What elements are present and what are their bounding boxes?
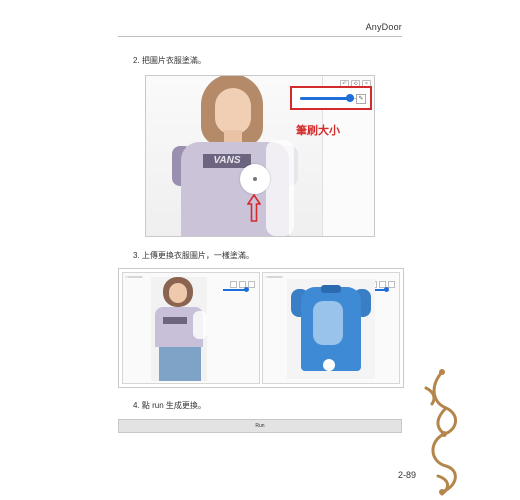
reference-painted-mask [313,301,343,345]
source-shirt-logo [163,317,187,324]
up-arrow-icon [247,194,261,222]
source-painted-mask [193,311,207,339]
source-photo [151,277,207,381]
undo-icon[interactable] [230,281,237,288]
source-image-panel: ▫ ▭▭▭▭ [122,272,260,384]
brush-size-slider-thumb[interactable] [346,94,354,102]
brush-size-label: 筆刷大小 [296,125,340,137]
panel-toolbar [230,281,255,288]
run-button[interactable]: Run [118,419,402,433]
decorative-ornament-icon [424,369,457,496]
step-3-text: 3. 上傳更換衣服圖片，一樣塗滿。 [133,251,254,260]
page-number: 2-89 [398,470,417,480]
panel-tab-label: ▫ ▭▭▭▭ [125,274,143,279]
painted-mask-area [266,140,294,236]
panel-tab-label: ▫ ▭▭▭▭ [265,274,283,279]
close-icon[interactable] [388,281,395,288]
reference-brush-cursor[interactable] [323,359,335,371]
model-face [215,88,251,134]
reference-photo [287,279,375,379]
step-4-text: 4. 點 run 生成更換。 [133,401,206,410]
reference-brush-slider-thumb[interactable] [384,287,389,292]
figure-two-panels: ▫ ▭▭▭▭ ▫ ▭▭▭▭ [118,268,404,388]
brush-size-callout: ✎ [290,86,372,110]
header-title: AnyDoor [365,22,402,32]
source-jeans [159,347,201,381]
close-icon[interactable] [248,281,255,288]
polo-collar [321,285,341,293]
brush-center-dot [253,177,257,181]
source-face [169,283,187,303]
source-brush-slider-thumb[interactable] [244,287,249,292]
brush-cursor[interactable] [240,164,270,194]
step-2-text: 2. 把圖片衣服塗滿。 [133,56,206,65]
reference-image-panel: ▫ ▭▭▭▭ [262,272,400,384]
shirt-logo: VANS [203,154,251,168]
header-rule [118,36,402,37]
brush-icon[interactable]: ✎ [356,94,366,104]
